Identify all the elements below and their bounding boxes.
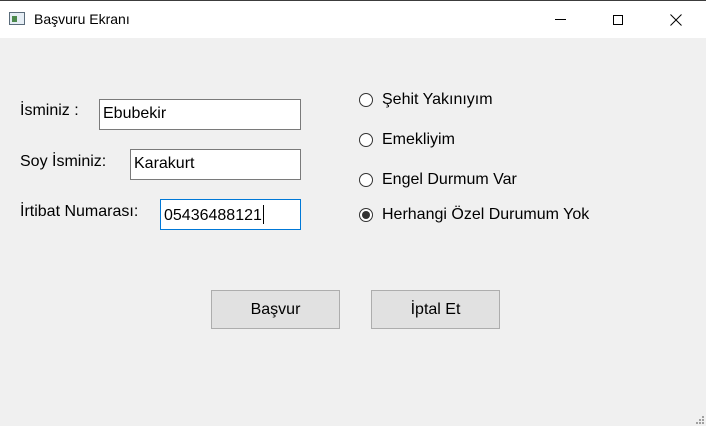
surname-field[interactable]: Karakurt (130, 149, 301, 180)
radio-option-engel[interactable]: Engel Durmum Var (359, 170, 517, 190)
maximize-button[interactable] (589, 1, 647, 38)
application-window: Başvuru Ekranı İsminiz : Soy İsminiz: İr… (0, 0, 706, 426)
submit-button[interactable]: Başvur (211, 290, 340, 329)
surname-field-value: Karakurt (134, 155, 195, 172)
phone-label: İrtibat Numarası: (20, 203, 139, 220)
maximize-icon (613, 14, 623, 25)
phone-field-value: 05436488121 (164, 207, 262, 224)
resize-grip-icon[interactable] (695, 415, 704, 424)
minimize-button[interactable] (531, 1, 589, 38)
radio-option-label: Emekliyim (382, 131, 455, 148)
radio-circle-icon (359, 133, 373, 147)
radio-option-label: Herhangi Özel Durumum Yok (382, 206, 590, 223)
close-icon (670, 13, 682, 26)
radio-circle-icon (359, 173, 373, 187)
radio-option-label: Engel Durmum Var (382, 171, 517, 188)
text-caret (262, 205, 264, 224)
radio-option-emekli[interactable]: Emekliyim (359, 130, 455, 150)
surname-label: Soy İsminiz: (20, 153, 107, 170)
close-button[interactable] (647, 1, 705, 38)
radio-circle-checked-icon (359, 208, 373, 222)
window-title: Başvuru Ekranı (34, 11, 130, 27)
cancel-button[interactable]: İptal Et (371, 290, 500, 329)
radio-circle-icon (359, 93, 373, 107)
title-bar[interactable]: Başvuru Ekranı (0, 1, 706, 38)
radio-option-sehit[interactable]: Şehit Yakınıyım (359, 90, 493, 110)
name-field-value: Ebubekir (103, 105, 167, 122)
radio-option-ozel-durum-yok[interactable]: Herhangi Özel Durumum Yok (359, 205, 589, 225)
app-window-icon (9, 12, 25, 25)
phone-field[interactable]: 05436488121 (160, 199, 301, 230)
radio-option-label: Şehit Yakınıyım (382, 91, 493, 108)
name-label: İsminiz : (20, 102, 79, 119)
minimize-icon (554, 19, 566, 20)
name-field[interactable]: Ebubekir (99, 99, 301, 130)
